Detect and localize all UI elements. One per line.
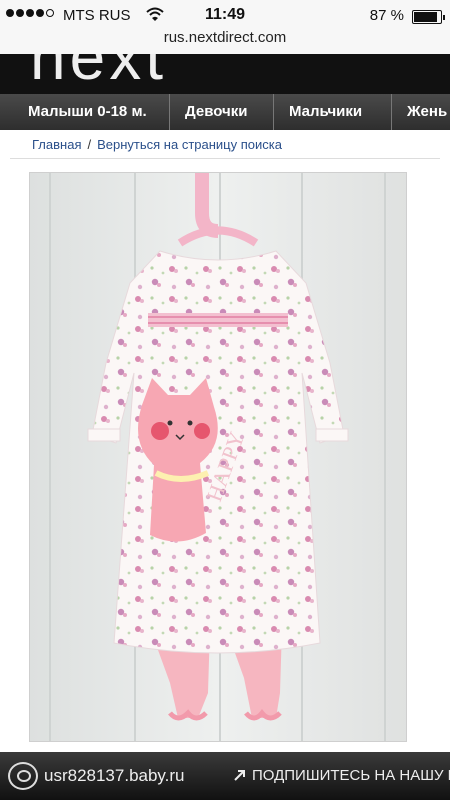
breadcrumb-back-link[interactable]: Вернуться на страницу поиска [97,137,282,152]
url-text[interactable]: rus.nextdirect.com [164,29,287,46]
url-bar[interactable]: rus.nextdirect.com [0,29,450,54]
babyru-logo-icon[interactable] [8,762,38,790]
battery-percent: 87 % [369,7,404,24]
category-nav: Малыши 0-18 м. Девочки Мальчики Жень [0,94,450,130]
product-image[interactable]: HAPPY [29,172,407,742]
status-bar: MTS RUS 11:49 87 % [0,0,450,32]
nav-item-babies[interactable]: Малыши 0-18 м. [0,94,170,130]
divider [10,158,440,159]
breadcrumb-home-link[interactable]: Главная [32,137,81,152]
arrow-up-right-icon [234,770,245,781]
subscribe-link[interactable]: ПОДПИШИТЕСЬ НА НАШУ Р [252,767,450,784]
nav-item-boys[interactable]: Мальчики [274,94,392,130]
nav-item-women[interactable]: Жень [392,94,450,130]
app-bottom-bar: usr828137.baby.ru ПОДПИШИТЕСЬ НА НАШУ Р [0,752,450,800]
breadcrumb: Главная / Вернуться на страницу поиска [32,137,282,152]
site-logo[interactable]: next [30,54,167,94]
username-label[interactable]: usr828137.baby.ru [44,766,185,786]
breadcrumb-separator: / [87,137,92,152]
battery-icon [412,10,445,24]
baby-outfit-photo: HAPPY [30,173,406,741]
site-header: next [0,54,450,94]
nav-item-girls[interactable]: Девочки [170,94,274,130]
